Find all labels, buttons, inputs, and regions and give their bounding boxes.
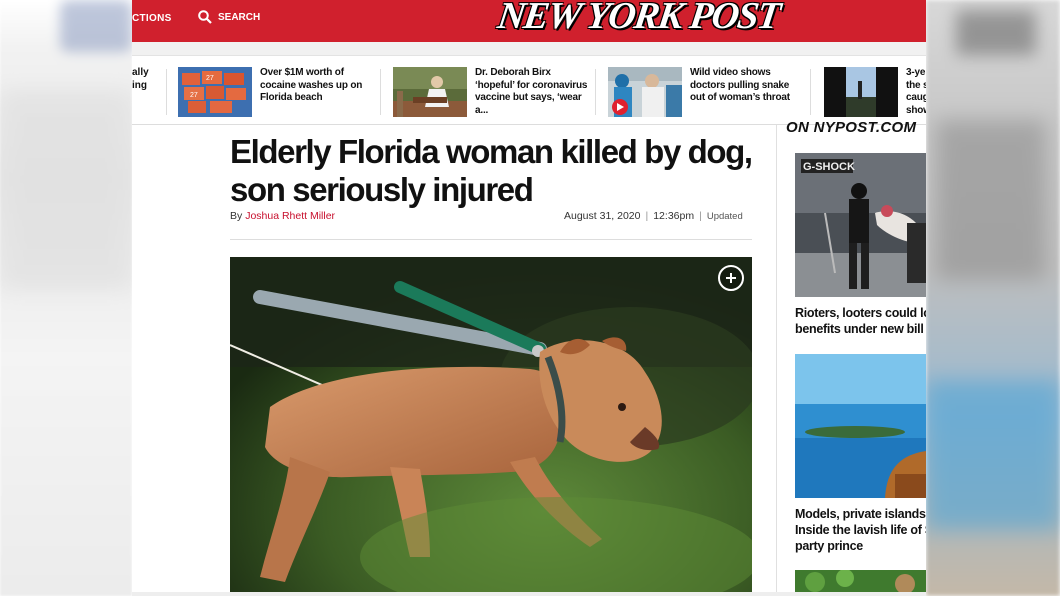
sections-menu[interactable]: CTIONS — [132, 13, 172, 24]
boy-field-thumb-icon — [824, 67, 898, 117]
author-link[interactable]: Joshua Rhett Miller — [245, 210, 335, 222]
strip-divider — [810, 69, 811, 115]
article-photo[interactable] — [230, 257, 752, 596]
site-header: CTIONS SEARCH NEW YORK POST — [132, 0, 926, 42]
byline-divider — [230, 239, 752, 240]
sidebar-story-image[interactable]: G-SHOCK — [795, 153, 926, 297]
article-headline: Elderly Florida woman killed by dog, son… — [230, 133, 753, 208]
sidebar-story-caption[interactable]: Rioters, looters could lo benefits under… — [795, 305, 926, 337]
svg-text:27: 27 — [206, 75, 214, 82]
svg-text:27: 27 — [190, 92, 198, 99]
rioters-photo-image: G-SHOCK — [795, 153, 926, 297]
strip-divider — [595, 69, 596, 115]
search-label: SEARCH — [218, 11, 261, 23]
updated-label: Updated — [706, 211, 743, 222]
publish-date: August 31, 2020 — [564, 210, 641, 222]
header-subbar — [132, 42, 926, 56]
search-button[interactable]: SEARCH — [198, 10, 260, 24]
strip-divider — [166, 69, 167, 115]
trending-caption: Dr. Deborah Birx ‘hopeful’ for coronavir… — [475, 67, 588, 116]
page: CTIONS SEARCH NEW YORK POST ally ing 27 … — [132, 0, 926, 596]
doctors-video-thumb-icon — [608, 67, 682, 117]
nypost-logo[interactable]: NEW YORK POST — [495, 0, 782, 38]
sidebar-story-caption[interactable]: Models, private islands Inside the lavis… — [795, 506, 926, 554]
trending-caption: Wild video shows doctors pulling snake o… — [690, 67, 790, 103]
expand-photo-button[interactable] — [718, 265, 744, 291]
cocaine-bricks-thumb-icon: 27 27 — [178, 67, 252, 117]
byline-prefix: By — [230, 210, 243, 222]
column-divider — [776, 125, 777, 596]
dateline: August 31, 2020 | 12:36pm | Updated — [564, 210, 743, 222]
trending-strip: ally ing 27 27 Over $1M worth of cocaine… — [132, 57, 926, 125]
strip-divider — [380, 69, 381, 115]
publish-time: 12:36pm — [653, 210, 695, 222]
svg-text:G-SHOCK: G-SHOCK — [803, 161, 855, 173]
blurred-left-panel — [0, 0, 132, 596]
byline: By Joshua Rhett Miller — [230, 210, 335, 222]
trending-item-partial[interactable]: ally ing — [132, 67, 149, 92]
birx-podium-thumb-icon — [393, 67, 467, 117]
trending-caption: Over $1M worth of cocaine washes up on F… — [260, 67, 363, 103]
page-bottom-edge — [132, 592, 926, 596]
sidebar-story-image[interactable] — [795, 354, 926, 498]
island-photo-image — [795, 354, 926, 498]
trending-caption: 3-ye the s caug show — [906, 67, 926, 116]
blurred-right-panel — [926, 0, 1060, 596]
sidebar-heading: ON NYPOST.COM — [786, 119, 917, 136]
search-icon — [198, 10, 212, 24]
dog-on-leash-image — [230, 257, 752, 596]
